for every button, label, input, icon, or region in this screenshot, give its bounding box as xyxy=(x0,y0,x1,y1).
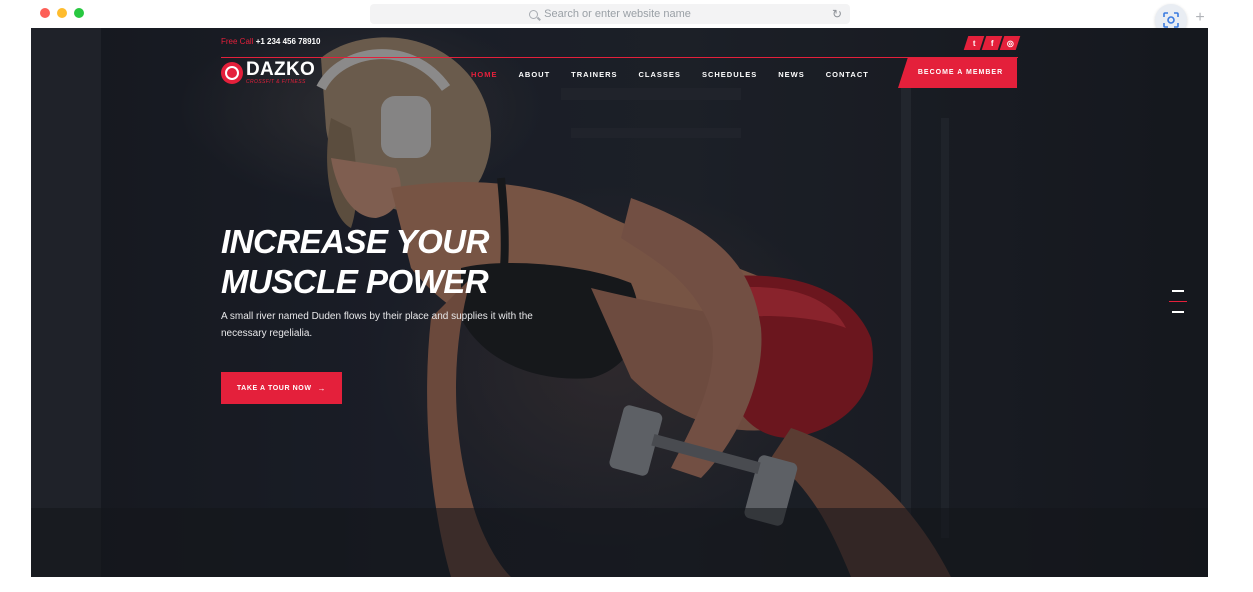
zoom-window-button[interactable] xyxy=(74,8,84,18)
slide-dot[interactable] xyxy=(1172,290,1184,292)
headline-line-1: INCREASE YOUR xyxy=(221,223,489,260)
take-tour-label: TAKE A TOUR NOW xyxy=(236,384,312,392)
hero-section: Free Call +1 234 456 78910 t f ◎ DAZKO C… xyxy=(31,28,1208,577)
minimize-window-button[interactable] xyxy=(57,8,67,18)
logo-icon xyxy=(221,62,243,84)
header-divider xyxy=(221,57,1018,58)
become-member-button[interactable]: BECOME A MEMBER xyxy=(898,57,1017,88)
reload-icon[interactable]: ↻ xyxy=(832,7,842,21)
window-controls xyxy=(40,8,84,18)
phone-line: Free Call +1 234 456 78910 xyxy=(221,37,320,46)
headline-line-2: MUSCLE POWER xyxy=(221,263,489,300)
hero-headline: INCREASE YOUR MUSCLE POWER xyxy=(221,222,581,302)
slide-dot-active[interactable] xyxy=(1169,300,1187,302)
hero-subtitle: A small river named Duden flows by their… xyxy=(221,311,533,339)
logo-name: DAZKO xyxy=(246,59,316,80)
address-placeholder: Search or enter website name xyxy=(544,8,691,20)
close-window-button[interactable] xyxy=(40,8,50,18)
nav-home[interactable]: HOME xyxy=(471,70,498,79)
nav-news[interactable]: NEWS xyxy=(778,70,805,79)
nav-classes[interactable]: CLASSES xyxy=(639,70,681,79)
phone-number[interactable]: +1 234 456 78910 xyxy=(256,37,321,46)
slider-pagination xyxy=(1169,290,1187,322)
instagram-icon[interactable]: ◎ xyxy=(999,36,1021,50)
capture-icon xyxy=(1163,12,1179,28)
phone-label: Free Call xyxy=(221,37,254,46)
main-navigation: HOME ABOUT TRAINERS CLASSES SCHEDULES NE… xyxy=(471,70,890,79)
logo-tagline: CROSSFIT & FITNESS xyxy=(246,79,306,85)
address-bar[interactable]: Search or enter website name ↻ xyxy=(370,4,850,24)
nav-contact[interactable]: CONTACT xyxy=(826,70,869,79)
arrow-right-icon: → xyxy=(317,383,327,393)
nav-trainers[interactable]: TRAINERS xyxy=(571,70,617,79)
search-icon xyxy=(529,9,539,19)
site-logo[interactable]: DAZKO CROSSFIT & FITNESS xyxy=(221,59,316,85)
nav-about[interactable]: ABOUT xyxy=(519,70,551,79)
take-tour-button[interactable]: TAKE A TOUR NOW → xyxy=(221,372,342,404)
browser-toolbar: Search or enter website name ↻ + xyxy=(0,0,1253,36)
athlete-photo xyxy=(31,28,1208,577)
new-tab-button[interactable]: + xyxy=(1190,9,1210,29)
nav-schedules[interactable]: SCHEDULES xyxy=(702,70,757,79)
slide-dot[interactable] xyxy=(1172,311,1184,313)
social-links: t f ◎ xyxy=(963,36,1021,50)
